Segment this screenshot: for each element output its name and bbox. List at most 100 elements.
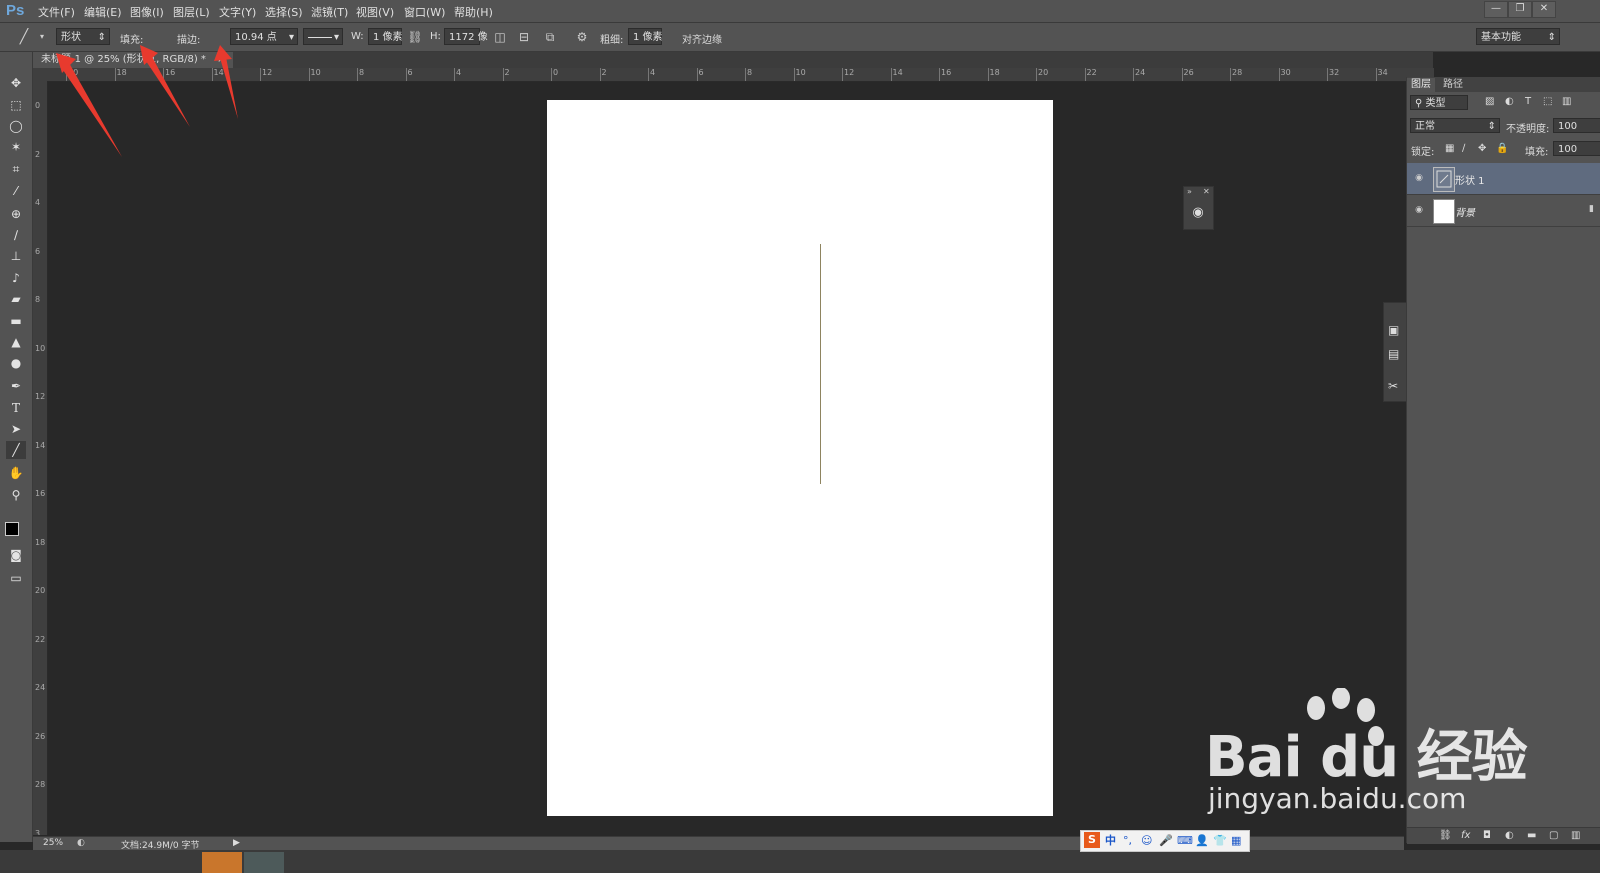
line-tool-active-icon[interactable]: ╱: [6, 441, 26, 459]
ime-toolbox-icon[interactable]: ▦: [1231, 833, 1241, 848]
magic-wand-tool-icon[interactable]: ✶: [6, 138, 26, 156]
menu-type[interactable]: 文字(Y): [219, 4, 256, 20]
history-panel-icon[interactable]: ▣: [1388, 323, 1399, 337]
minimize-button[interactable]: —: [1484, 1, 1508, 18]
new-layer-icon[interactable]: ▢: [1549, 830, 1558, 841]
ime-punctuation[interactable]: °,: [1123, 833, 1132, 848]
ime-skin-icon[interactable]: 👕: [1213, 833, 1227, 848]
trash-icon[interactable]: ▥: [1571, 830, 1580, 841]
lock-transparency-icon[interactable]: ▦: [1445, 143, 1454, 154]
path-operations-icon[interactable]: ◫: [492, 29, 508, 45]
3d-icon[interactable]: ◉: [1190, 205, 1206, 221]
foreground-color-swatch[interactable]: [5, 522, 19, 536]
marquee-tool-icon[interactable]: ⬚: [6, 96, 26, 114]
menu-file[interactable]: 文件(F): [38, 4, 75, 20]
restore-button[interactable]: ❐: [1508, 1, 1532, 18]
menu-help[interactable]: 帮助(H): [454, 4, 493, 20]
menu-layer[interactable]: 图层(L): [173, 4, 210, 20]
move-tool-icon[interactable]: ✥: [6, 74, 26, 92]
type-tool-icon[interactable]: T: [6, 399, 26, 417]
layer-filter-select[interactable]: ⚲ 类型: [1410, 95, 1468, 110]
menu-view[interactable]: 视图(V): [356, 4, 394, 20]
width-field[interactable]: 1 像素: [368, 28, 403, 45]
filter-shape-icon[interactable]: ⬚: [1543, 96, 1552, 107]
lasso-tool-icon[interactable]: ◯: [6, 117, 26, 135]
filter-pixel-icon[interactable]: ▨: [1485, 96, 1494, 107]
close-panel-icon[interactable]: ✕: [1203, 187, 1210, 196]
hand-tool-icon[interactable]: ✋: [6, 464, 26, 482]
layer-row-background[interactable]: ◉ 背景 ▮: [1407, 195, 1600, 227]
path-arrangement-icon[interactable]: ⧉: [542, 29, 558, 45]
sogou-logo[interactable]: S: [1084, 832, 1100, 848]
ime-user-icon[interactable]: 👤: [1195, 833, 1209, 848]
zoom-level[interactable]: 25%: [43, 838, 63, 848]
height-field[interactable]: 1172 像: [444, 28, 488, 45]
stroke-type-select[interactable]: ▾: [303, 28, 343, 45]
clone-stamp-tool-icon[interactable]: ⊥: [6, 247, 26, 265]
filter-smart-object-icon[interactable]: ▥: [1562, 96, 1571, 107]
status-menu-arrow-icon[interactable]: ▶: [233, 838, 240, 848]
taskbar-item[interactable]: [202, 852, 242, 873]
pen-tool-icon[interactable]: ✒: [6, 377, 26, 395]
tab-layers[interactable]: 图层: [1407, 78, 1435, 92]
eye-icon[interactable]: ◉: [1413, 172, 1425, 184]
line-tool-icon[interactable]: ╱: [16, 29, 32, 45]
expand-panel-icon[interactable]: »: [1187, 187, 1192, 196]
blend-mode-select[interactable]: 正常 ⇕: [1410, 118, 1500, 133]
screen-mode-icon[interactable]: ▭: [6, 569, 26, 587]
gradient-tool-icon[interactable]: ▬: [6, 312, 26, 330]
path-selection-tool-icon[interactable]: ➤: [6, 420, 26, 438]
mode-select[interactable]: 形状 ⇕: [56, 28, 110, 45]
eye-icon[interactable]: ◉: [1413, 204, 1425, 216]
brush-tool-icon[interactable]: ∕: [6, 226, 26, 244]
ime-keyboard-icon[interactable]: ⌨: [1177, 833, 1193, 848]
history-brush-tool-icon[interactable]: ♪: [6, 269, 26, 287]
link-layers-icon[interactable]: ⛓: [1439, 830, 1452, 841]
layer-row-shape[interactable]: ◉ 形状 1: [1407, 163, 1600, 195]
ime-emoji-icon[interactable]: ☺: [1141, 833, 1152, 848]
lock-all-icon[interactable]: 🔒: [1496, 143, 1508, 154]
ime-voice-icon[interactable]: 🎤: [1159, 833, 1173, 848]
crop-tool-icon[interactable]: ⌗: [6, 160, 26, 178]
tab-paths[interactable]: 路径: [1439, 78, 1467, 92]
menu-edit[interactable]: 编辑(E): [84, 4, 122, 20]
filter-adjustment-icon[interactable]: ◐: [1505, 96, 1514, 107]
menu-window[interactable]: 窗口(W): [404, 4, 445, 20]
taskbar-item[interactable]: [244, 852, 284, 873]
lock-position-icon[interactable]: ✥: [1478, 143, 1486, 154]
tools-panel-icon[interactable]: ✂: [1388, 379, 1398, 393]
eraser-tool-icon[interactable]: ▰: [6, 290, 26, 308]
menu-image[interactable]: 图像(I): [130, 4, 164, 20]
ruler-origin[interactable]: [33, 68, 48, 81]
new-group-icon[interactable]: ▬: [1527, 830, 1536, 841]
shape-line[interactable]: [820, 244, 821, 484]
opacity-field[interactable]: 100: [1553, 118, 1600, 133]
vertical-ruler[interactable]: 0 2 4 6 8 10 12 14 16 18 20 22 24 26 28 3: [33, 81, 48, 835]
weight-field[interactable]: 1 像素: [628, 28, 663, 45]
ime-chinese-mode[interactable]: 中: [1105, 833, 1116, 848]
eyedropper-tool-icon[interactable]: ⁄: [6, 182, 26, 200]
fill-field[interactable]: 100: [1553, 141, 1600, 156]
zoom-tool-icon[interactable]: ⚲: [6, 486, 26, 504]
path-alignment-icon[interactable]: ⊟: [516, 29, 532, 45]
menu-select[interactable]: 选择(S): [265, 4, 303, 20]
dodge-tool-icon[interactable]: ●: [6, 354, 26, 372]
link-icon[interactable]: ⛓: [407, 29, 423, 45]
document-canvas[interactable]: [547, 100, 1053, 816]
add-mask-icon[interactable]: ◘: [1483, 830, 1491, 841]
healing-brush-tool-icon[interactable]: ⊕: [6, 205, 26, 223]
gear-icon[interactable]: ⚙: [574, 29, 590, 45]
adjustment-layer-icon[interactable]: ◐: [1505, 830, 1514, 841]
close-window-button[interactable]: ✕: [1532, 1, 1556, 18]
stroke-width-field[interactable]: 10.94 点 ▾: [230, 28, 298, 45]
fx-icon[interactable]: fx: [1461, 830, 1470, 841]
tool-preset-chevron-icon[interactable]: ▾: [34, 29, 50, 45]
quick-mask-icon[interactable]: ◙: [6, 546, 26, 564]
properties-panel-icon[interactable]: ▤: [1388, 347, 1399, 361]
status-info-icon[interactable]: ◐: [77, 838, 85, 848]
blur-tool-icon[interactable]: ▲: [6, 333, 26, 351]
lock-pixels-icon[interactable]: ∕: [1462, 143, 1465, 154]
horizontal-ruler[interactable]: 2018161412108642024681012141618202224262…: [48, 68, 1434, 82]
workspace-select[interactable]: 基本功能 ⇕: [1476, 28, 1560, 45]
menu-filter[interactable]: 滤镜(T): [311, 4, 348, 20]
